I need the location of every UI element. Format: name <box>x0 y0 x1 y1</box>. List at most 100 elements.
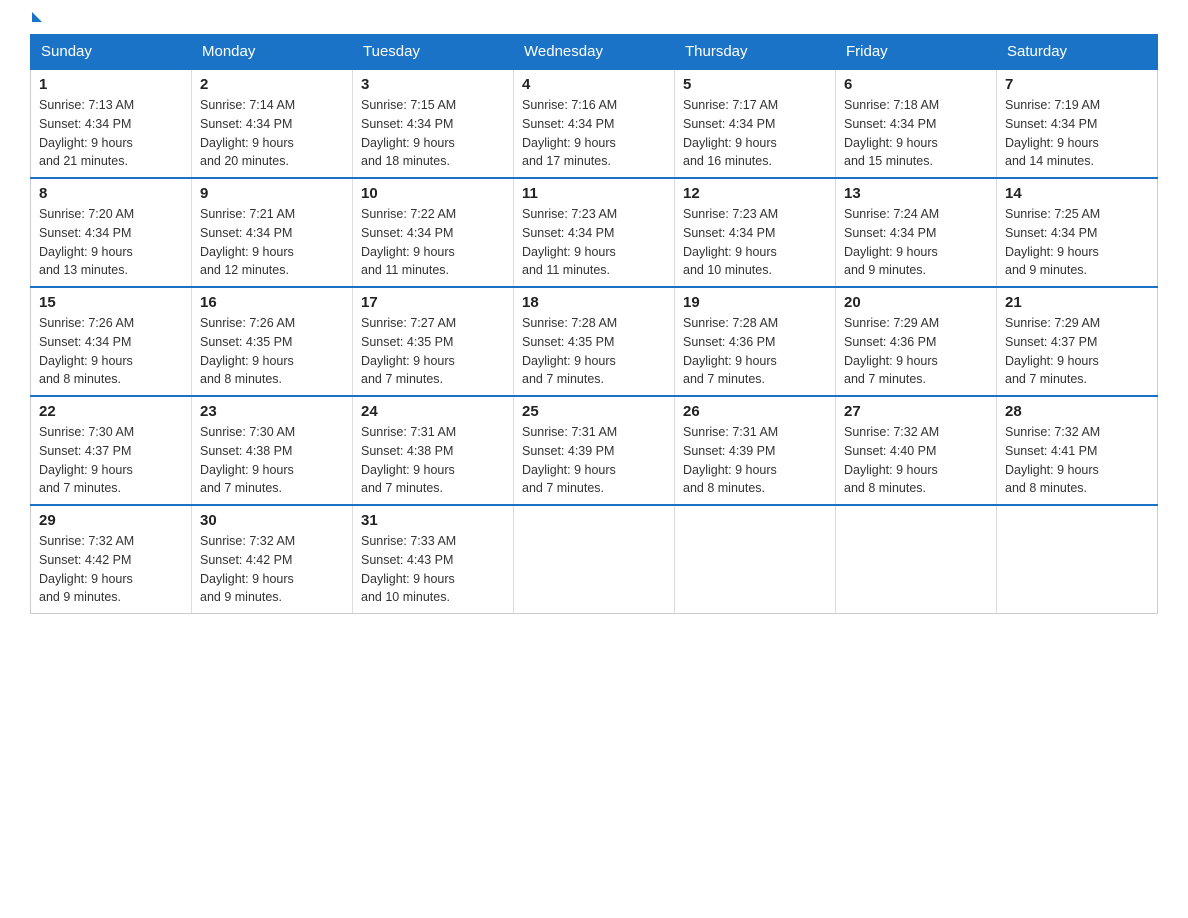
day-info: Sunrise: 7:18 AM Sunset: 4:34 PM Dayligh… <box>844 96 988 171</box>
day-info: Sunrise: 7:22 AM Sunset: 4:34 PM Dayligh… <box>361 205 505 280</box>
calendar-cell: 26 Sunrise: 7:31 AM Sunset: 4:39 PM Dayl… <box>675 396 836 505</box>
calendar-header-thursday: Thursday <box>675 35 836 70</box>
calendar-header-tuesday: Tuesday <box>353 35 514 70</box>
day-info: Sunrise: 7:16 AM Sunset: 4:34 PM Dayligh… <box>522 96 666 171</box>
day-number: 3 <box>361 76 505 93</box>
day-info: Sunrise: 7:17 AM Sunset: 4:34 PM Dayligh… <box>683 96 827 171</box>
calendar-cell: 10 Sunrise: 7:22 AM Sunset: 4:34 PM Dayl… <box>353 178 514 287</box>
day-number: 5 <box>683 76 827 93</box>
calendar-week-row: 1 Sunrise: 7:13 AM Sunset: 4:34 PM Dayli… <box>31 69 1158 178</box>
calendar-header-sunday: Sunday <box>31 35 192 70</box>
calendar-header-row: SundayMondayTuesdayWednesdayThursdayFrid… <box>31 35 1158 70</box>
calendar-cell: 19 Sunrise: 7:28 AM Sunset: 4:36 PM Dayl… <box>675 287 836 396</box>
calendar-header-friday: Friday <box>836 35 997 70</box>
calendar-cell <box>514 505 675 614</box>
day-info: Sunrise: 7:32 AM Sunset: 4:42 PM Dayligh… <box>39 532 183 607</box>
day-info: Sunrise: 7:28 AM Sunset: 4:36 PM Dayligh… <box>683 314 827 389</box>
calendar-cell <box>836 505 997 614</box>
day-info: Sunrise: 7:25 AM Sunset: 4:34 PM Dayligh… <box>1005 205 1149 280</box>
calendar-cell: 31 Sunrise: 7:33 AM Sunset: 4:43 PM Dayl… <box>353 505 514 614</box>
calendar-cell: 28 Sunrise: 7:32 AM Sunset: 4:41 PM Dayl… <box>997 396 1158 505</box>
day-number: 2 <box>200 76 344 93</box>
day-info: Sunrise: 7:32 AM Sunset: 4:42 PM Dayligh… <box>200 532 344 607</box>
calendar-cell <box>675 505 836 614</box>
day-info: Sunrise: 7:14 AM Sunset: 4:34 PM Dayligh… <box>200 96 344 171</box>
day-info: Sunrise: 7:30 AM Sunset: 4:37 PM Dayligh… <box>39 423 183 498</box>
day-number: 7 <box>1005 76 1149 93</box>
day-info: Sunrise: 7:31 AM Sunset: 4:39 PM Dayligh… <box>683 423 827 498</box>
day-number: 1 <box>39 76 183 93</box>
calendar-cell: 22 Sunrise: 7:30 AM Sunset: 4:37 PM Dayl… <box>31 396 192 505</box>
day-number: 22 <box>39 403 183 420</box>
calendar-cell: 21 Sunrise: 7:29 AM Sunset: 4:37 PM Dayl… <box>997 287 1158 396</box>
day-info: Sunrise: 7:19 AM Sunset: 4:34 PM Dayligh… <box>1005 96 1149 171</box>
day-number: 4 <box>522 76 666 93</box>
calendar-cell: 9 Sunrise: 7:21 AM Sunset: 4:34 PM Dayli… <box>192 178 353 287</box>
calendar-cell <box>997 505 1158 614</box>
calendar-cell: 4 Sunrise: 7:16 AM Sunset: 4:34 PM Dayli… <box>514 69 675 178</box>
day-info: Sunrise: 7:33 AM Sunset: 4:43 PM Dayligh… <box>361 532 505 607</box>
calendar-cell: 30 Sunrise: 7:32 AM Sunset: 4:42 PM Dayl… <box>192 505 353 614</box>
calendar-cell: 2 Sunrise: 7:14 AM Sunset: 4:34 PM Dayli… <box>192 69 353 178</box>
day-number: 19 <box>683 294 827 311</box>
day-number: 26 <box>683 403 827 420</box>
calendar-cell: 11 Sunrise: 7:23 AM Sunset: 4:34 PM Dayl… <box>514 178 675 287</box>
day-number: 18 <box>522 294 666 311</box>
calendar-table: SundayMondayTuesdayWednesdayThursdayFrid… <box>30 34 1158 614</box>
day-info: Sunrise: 7:30 AM Sunset: 4:38 PM Dayligh… <box>200 423 344 498</box>
calendar-cell: 6 Sunrise: 7:18 AM Sunset: 4:34 PM Dayli… <box>836 69 997 178</box>
calendar-week-row: 22 Sunrise: 7:30 AM Sunset: 4:37 PM Dayl… <box>31 396 1158 505</box>
calendar-cell: 20 Sunrise: 7:29 AM Sunset: 4:36 PM Dayl… <box>836 287 997 396</box>
calendar-week-row: 8 Sunrise: 7:20 AM Sunset: 4:34 PM Dayli… <box>31 178 1158 287</box>
day-info: Sunrise: 7:32 AM Sunset: 4:40 PM Dayligh… <box>844 423 988 498</box>
day-number: 24 <box>361 403 505 420</box>
page-header <box>30 20 1158 24</box>
calendar-cell: 27 Sunrise: 7:32 AM Sunset: 4:40 PM Dayl… <box>836 396 997 505</box>
calendar-cell: 18 Sunrise: 7:28 AM Sunset: 4:35 PM Dayl… <box>514 287 675 396</box>
calendar-cell: 12 Sunrise: 7:23 AM Sunset: 4:34 PM Dayl… <box>675 178 836 287</box>
day-info: Sunrise: 7:21 AM Sunset: 4:34 PM Dayligh… <box>200 205 344 280</box>
calendar-cell: 17 Sunrise: 7:27 AM Sunset: 4:35 PM Dayl… <box>353 287 514 396</box>
calendar-cell: 29 Sunrise: 7:32 AM Sunset: 4:42 PM Dayl… <box>31 505 192 614</box>
day-number: 9 <box>200 185 344 202</box>
day-number: 30 <box>200 512 344 529</box>
calendar-cell: 14 Sunrise: 7:25 AM Sunset: 4:34 PM Dayl… <box>997 178 1158 287</box>
calendar-cell: 5 Sunrise: 7:17 AM Sunset: 4:34 PM Dayli… <box>675 69 836 178</box>
day-info: Sunrise: 7:13 AM Sunset: 4:34 PM Dayligh… <box>39 96 183 171</box>
day-number: 15 <box>39 294 183 311</box>
day-number: 10 <box>361 185 505 202</box>
day-info: Sunrise: 7:23 AM Sunset: 4:34 PM Dayligh… <box>522 205 666 280</box>
day-info: Sunrise: 7:23 AM Sunset: 4:34 PM Dayligh… <box>683 205 827 280</box>
calendar-week-row: 15 Sunrise: 7:26 AM Sunset: 4:34 PM Dayl… <box>31 287 1158 396</box>
day-info: Sunrise: 7:20 AM Sunset: 4:34 PM Dayligh… <box>39 205 183 280</box>
day-number: 29 <box>39 512 183 529</box>
day-info: Sunrise: 7:28 AM Sunset: 4:35 PM Dayligh… <box>522 314 666 389</box>
calendar-header-monday: Monday <box>192 35 353 70</box>
calendar-header-saturday: Saturday <box>997 35 1158 70</box>
day-info: Sunrise: 7:15 AM Sunset: 4:34 PM Dayligh… <box>361 96 505 171</box>
calendar-cell: 8 Sunrise: 7:20 AM Sunset: 4:34 PM Dayli… <box>31 178 192 287</box>
calendar-cell: 3 Sunrise: 7:15 AM Sunset: 4:34 PM Dayli… <box>353 69 514 178</box>
day-number: 11 <box>522 185 666 202</box>
day-info: Sunrise: 7:31 AM Sunset: 4:39 PM Dayligh… <box>522 423 666 498</box>
calendar-week-row: 29 Sunrise: 7:32 AM Sunset: 4:42 PM Dayl… <box>31 505 1158 614</box>
day-info: Sunrise: 7:24 AM Sunset: 4:34 PM Dayligh… <box>844 205 988 280</box>
day-info: Sunrise: 7:26 AM Sunset: 4:35 PM Dayligh… <box>200 314 344 389</box>
day-number: 27 <box>844 403 988 420</box>
day-number: 17 <box>361 294 505 311</box>
calendar-cell: 16 Sunrise: 7:26 AM Sunset: 4:35 PM Dayl… <box>192 287 353 396</box>
calendar-cell: 23 Sunrise: 7:30 AM Sunset: 4:38 PM Dayl… <box>192 396 353 505</box>
day-number: 8 <box>39 185 183 202</box>
day-info: Sunrise: 7:29 AM Sunset: 4:37 PM Dayligh… <box>1005 314 1149 389</box>
calendar-cell: 24 Sunrise: 7:31 AM Sunset: 4:38 PM Dayl… <box>353 396 514 505</box>
day-info: Sunrise: 7:32 AM Sunset: 4:41 PM Dayligh… <box>1005 423 1149 498</box>
day-number: 25 <box>522 403 666 420</box>
calendar-cell: 15 Sunrise: 7:26 AM Sunset: 4:34 PM Dayl… <box>31 287 192 396</box>
day-number: 21 <box>1005 294 1149 311</box>
day-number: 12 <box>683 185 827 202</box>
calendar-cell: 25 Sunrise: 7:31 AM Sunset: 4:39 PM Dayl… <box>514 396 675 505</box>
calendar-cell: 1 Sunrise: 7:13 AM Sunset: 4:34 PM Dayli… <box>31 69 192 178</box>
day-info: Sunrise: 7:27 AM Sunset: 4:35 PM Dayligh… <box>361 314 505 389</box>
day-number: 28 <box>1005 403 1149 420</box>
day-info: Sunrise: 7:31 AM Sunset: 4:38 PM Dayligh… <box>361 423 505 498</box>
